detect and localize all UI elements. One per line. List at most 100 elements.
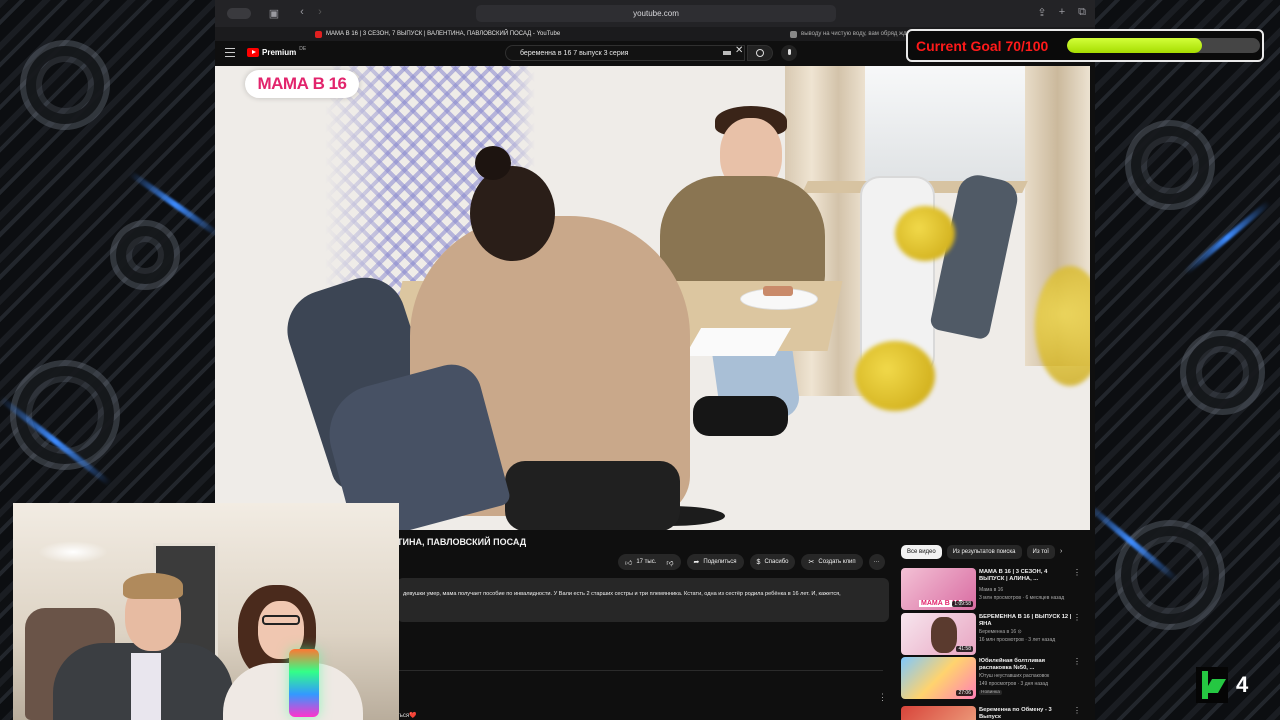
share-button[interactable]: ➦ Поделиться [686, 554, 744, 570]
sidebar-toggle-icon[interactable]: ▣ [265, 7, 283, 20]
kebab-menu-icon[interactable]: ⋮ [1073, 706, 1081, 715]
video-napkin [684, 328, 792, 356]
background-swirl [1180, 330, 1265, 415]
thumb-up-icon: 👍︎ [625, 559, 633, 567]
recommendation-item[interactable]: МАМА В 16 1:09:58 МАМА В 16 | 3 СЕЗОН, 4… [901, 568, 1091, 611]
address-text: youtube.com [633, 9, 679, 18]
recommendation-meta: 3 млн просмотров · 6 месяцев назад [979, 595, 1065, 601]
thumbnail-person [931, 617, 957, 653]
webcam-feed [13, 503, 399, 720]
youtube-region: DE [299, 45, 307, 52]
search-value: беременна в 16 7 выпуск 3 серия [520, 49, 629, 57]
chip-all-videos[interactable]: Все видео [901, 545, 942, 559]
duration-badge: 1:09:58 [952, 601, 973, 607]
recommendation-thumbnail[interactable] [901, 706, 976, 720]
forward-icon[interactable]: › [311, 6, 329, 18]
webcam-person [123, 573, 183, 599]
like-button[interactable]: 👍︎ 17 тыс. 👎︎ [618, 554, 681, 570]
video-cake [763, 286, 793, 296]
like-count: 17 тыс. [636, 559, 657, 565]
address-bar[interactable]: youtube.com [476, 5, 836, 22]
video-title: ТИНА, ПАВЛОВСКИЙ ПОСАД [397, 537, 527, 547]
video-flower [895, 206, 955, 261]
show-logo: МАМА В 16 [245, 70, 359, 98]
comment-divider [397, 670, 883, 671]
duration-badge: 41:58 [956, 646, 973, 652]
description-text: девушки умер, мама получает пособие по и… [403, 591, 841, 597]
new-tab-icon[interactable]: + [1053, 6, 1071, 18]
youtube-play-icon [247, 48, 259, 57]
recommendation-thumbnail[interactable]: 27:06 [901, 657, 976, 699]
tab-secondary[interactable]: выводу на чистую воду, вам обряд жду [790, 28, 915, 40]
back-icon[interactable]: ‹ [293, 6, 311, 18]
show-logo-text: МАМА В 16 [257, 74, 347, 93]
video-person [660, 176, 825, 296]
background-glow [1183, 199, 1272, 276]
stream-goal-widget: Current Goal 70/100 [906, 29, 1264, 62]
recommendation-title: Юбилейная болтливая распаковка №50, ... [979, 658, 1045, 671]
glasses-icon [262, 615, 300, 625]
kebab-menu-icon[interactable]: ⋮ [1073, 657, 1081, 666]
video-actions: 👍︎ 17 тыс. 👎︎ ➦ Поделиться $ Спасибо ✂ С… [618, 554, 885, 570]
recommendation-thumbnail[interactable]: 41:58 [901, 613, 976, 655]
webcam-light [38, 541, 108, 563]
recommendation-title: БЕРЕМЕННА В 16 | ВЫПУСК 12 | ЯНА [979, 614, 1072, 627]
thanks-button[interactable]: $ Спасибо [749, 554, 796, 570]
recommendation-item[interactable]: 41:58 БЕРЕМЕННА В 16 | ВЫПУСК 12 | ЯНА Б… [901, 613, 1091, 656]
background-swirl [110, 220, 180, 290]
kebab-menu-icon[interactable]: ⋮ [1073, 568, 1081, 577]
chip-from-search[interactable]: Из результатов поиска [946, 545, 1022, 559]
more-actions-button[interactable]: ··· [868, 554, 885, 570]
video-player[interactable]: МАМА В 16 [215, 66, 1090, 530]
kebab-menu-icon[interactable]: ⋮ [1073, 613, 1081, 622]
youtube-logo[interactable]: Premium DE [247, 45, 307, 57]
recommendation-channel: Беременна в 16 ⊙ [979, 629, 1022, 635]
video-person [505, 461, 680, 530]
tab-overview-icon[interactable]: ⧉ [1073, 6, 1091, 19]
share-label: Поделиться [703, 559, 737, 565]
share-icon[interactable]: ⇪ [1033, 6, 1051, 19]
stream-canvas: ▣ ‹ › youtube.com ⇪ + ⧉ МАМА В 16 | 3 СЕ… [0, 0, 1280, 720]
keyboard-icon[interactable] [723, 51, 731, 55]
more-actions-icon: ··· [873, 559, 880, 565]
goal-progress-track [1067, 38, 1260, 53]
goal-progress-fill [1067, 38, 1203, 53]
browser-toolbar: ▣ ‹ › youtube.com ⇪ + ⧉ [215, 0, 1095, 27]
clip-button[interactable]: ✂ Создать клип [801, 554, 863, 570]
recommendation-item[interactable]: 27:06 Юбилейная болтливая распаковка №50… [901, 657, 1091, 700]
chips-next-icon[interactable]: › [1060, 545, 1062, 559]
clip-label: Создать клип [818, 559, 856, 565]
comment-text: ться❤️ [397, 713, 417, 719]
recommendation-thumbnail[interactable]: МАМА В 16 1:09:58 [901, 568, 976, 610]
thanks-icon: $ [756, 558, 761, 566]
search-input[interactable]: беременна в 16 7 выпуск 3 серия [505, 45, 745, 61]
video-person [475, 146, 511, 180]
thanks-label: Спасибо [764, 559, 789, 565]
thumb-down-icon[interactable]: 👎︎ [666, 558, 673, 567]
tab-label: МАМА В 16 | 3 СЕЗОН, 7 ВЫПУСК | ВАЛЕНТИН… [326, 31, 561, 37]
video-chair [929, 171, 1021, 341]
recommendation-meta: 16 млн просмотров · 3 лет назад [979, 637, 1056, 643]
share-arrow-icon: ➦ [693, 559, 700, 566]
video-description[interactable]: девушки умер, мама получает пособие по и… [397, 578, 889, 622]
duration-badge: 27:06 [956, 690, 973, 696]
clear-search-icon[interactable]: ✕ [735, 45, 743, 56]
search-button[interactable] [747, 45, 773, 61]
video-person [470, 166, 555, 261]
menu-icon[interactable] [225, 48, 235, 57]
logo-number: 4 [1236, 672, 1249, 697]
tab-label: выводу на чистую воду, вам обряд жду [801, 31, 910, 37]
channel-logo: 4 [1196, 664, 1248, 706]
webcam-person [131, 653, 161, 720]
recommendation-item[interactable]: Беременна по Обмену - 3 Выпуск ⋮ [901, 706, 1091, 720]
video-flower [855, 341, 935, 411]
window-controls[interactable] [227, 8, 251, 19]
tab-youtube[interactable]: МАМА В 16 | 3 СЕЗОН, 7 ВЫПУСК | ВАЛЕНТИН… [315, 28, 645, 40]
youtube-logo-text: Premium [262, 48, 297, 57]
chip-from-channel[interactable]: Из тої [1026, 545, 1055, 559]
page-favicon-icon [790, 30, 797, 38]
background-right [1083, 0, 1280, 720]
youtube-favicon-icon [315, 30, 322, 38]
microphone-icon[interactable] [781, 45, 797, 61]
comment-kebab-icon[interactable]: ⋮ [878, 692, 887, 703]
